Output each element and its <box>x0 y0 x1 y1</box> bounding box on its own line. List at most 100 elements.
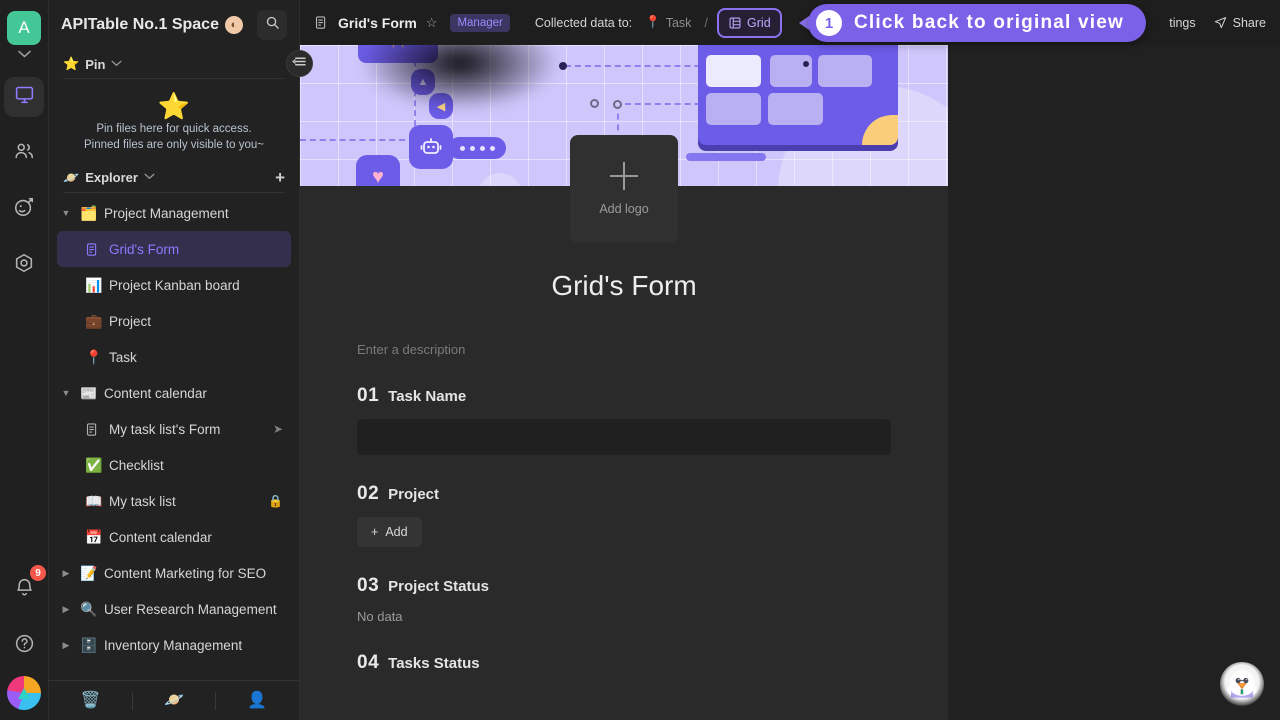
form-question: 03 Project Status No data <box>357 575 891 624</box>
pin-chevron-down-icon[interactable] <box>111 59 122 70</box>
space-avatar[interactable]: A <box>7 11 41 45</box>
question-header: 03 Project Status <box>357 575 891 597</box>
space-switch-chevron-icon[interactable] <box>17 50 31 61</box>
trash-icon[interactable]: 🗑️ <box>81 692 101 709</box>
banner-window-card <box>706 55 761 87</box>
tree-node[interactable]: ▶ 🔍 User Research Management <box>57 591 291 627</box>
automation-icon <box>13 196 35 223</box>
pin-emoji-icon: 📍 <box>645 15 661 29</box>
space-name[interactable]: APITable No.1 Space <box>61 16 219 34</box>
node-emoji-icon: 💼 <box>85 312 103 329</box>
tree-node[interactable]: Grid's Form <box>57 231 291 267</box>
template-icon[interactable]: 🪐 <box>164 692 184 709</box>
sidebar-footer: 🗑️ 🪐 👤 <box>49 680 299 720</box>
source-view-chip[interactable]: Grid <box>717 7 782 38</box>
banner-dot <box>613 100 622 109</box>
node-emoji-icon: 📰 <box>80 384 98 401</box>
form-questions: 01 Task Name 02 Project + Add 03 Project Status… <box>357 385 891 674</box>
form-title[interactable]: Grid's Form <box>357 270 891 302</box>
question-header: 02 Project <box>357 483 891 505</box>
banner-dashed-line <box>300 139 425 141</box>
collapse-sidebar-button[interactable] <box>286 50 313 77</box>
astronaut-mascot-icon <box>1227 670 1257 698</box>
question-add-label: Add <box>385 525 408 539</box>
tutorial-callout: 1 Click back to original view <box>808 4 1146 42</box>
banner-shadow-overlay <box>360 45 560 111</box>
tree-node[interactable]: ▶ 📝 Content Marketing for SEO <box>57 555 291 591</box>
tree-node[interactable]: ✅ Checklist <box>57 447 291 483</box>
tree-expand-arrow-icon[interactable]: ▶ <box>59 604 73 615</box>
tree-node[interactable]: 📍 Task <box>57 339 291 375</box>
form-icon <box>314 15 329 30</box>
invite-member-icon[interactable]: 👤 <box>247 692 267 709</box>
form-name[interactable]: Grid's Form <box>338 15 417 31</box>
tree-expand-arrow-icon[interactable]: ▶ <box>59 568 73 579</box>
form-icon <box>85 422 102 437</box>
add-logo-label: Add logo <box>599 202 649 216</box>
search-button[interactable] <box>257 10 287 40</box>
tree-node[interactable]: ▼ 📰 Content calendar <box>57 375 291 411</box>
sidebar-item-help[interactable] <box>4 626 44 666</box>
banner-window-card <box>818 55 872 87</box>
notification-badge: 9 <box>30 565 46 581</box>
tree-node[interactable]: 📊 Project Kanban board <box>57 267 291 303</box>
favorite-star-icon[interactable]: ☆ <box>426 15 438 31</box>
tree-node[interactable]: My task list's Form ➤ <box>57 411 291 447</box>
tree-node-label: Content calendar <box>104 385 207 401</box>
source-datasheet-label: Task <box>665 15 692 30</box>
callout-step-number: 1 <box>816 10 842 36</box>
question-add-button[interactable]: + Add <box>357 517 422 547</box>
tree-node-label: Content Marketing for SEO <box>104 565 267 581</box>
tree-node[interactable]: 📖 My task list 🔒 <box>57 483 291 519</box>
sidebar-item-notifications[interactable]: 9 <box>4 565 46 610</box>
sidebar-item-template[interactable] <box>4 245 44 285</box>
explorer-section-label: Explorer <box>85 170 138 185</box>
add-logo-button[interactable]: Add logo <box>570 135 678 243</box>
tree-expand-arrow-icon[interactable]: ▶ <box>59 640 73 651</box>
tree-node-label: My task list's Form <box>109 421 221 437</box>
share-button[interactable]: Share <box>1214 16 1266 30</box>
tree-node-label: Project Kanban board <box>109 277 240 293</box>
tree-node-label: Inventory Management <box>104 637 243 653</box>
node-emoji-icon: 🗄️ <box>80 636 98 653</box>
path-separator: / <box>704 15 709 30</box>
main-area: Grid's Form ☆ Manager Collected data to:… <box>300 0 1280 720</box>
question-label: Project Status <box>388 578 490 595</box>
sidebar-item-automation[interactable] <box>4 189 44 229</box>
form-scroll-area[interactable]: ◠ ▲ ◀ ♥ <box>300 45 1280 720</box>
explorer-section-header[interactable]: 🪐 Explorer + <box>49 161 299 192</box>
pin-section-header[interactable]: ⭐ Pin <box>49 48 299 78</box>
banner-robot-tile <box>409 125 453 169</box>
form-description-input[interactable]: Enter a description <box>357 342 891 357</box>
pin-empty-star-icon: ⭐ <box>157 91 191 121</box>
plus-icon: + <box>371 525 379 539</box>
banner-dot <box>803 61 809 67</box>
settings-button[interactable]: tings <box>1169 16 1195 30</box>
form-question: 02 Project + Add <box>357 483 891 547</box>
explorer-chevron-down-icon[interactable] <box>144 172 155 183</box>
tree-node[interactable]: ▶ 🗄️ Inventory Management <box>57 627 291 663</box>
question-text-input[interactable] <box>357 419 891 455</box>
tree-node[interactable]: ▼ 🗂️ Project Management <box>57 195 291 231</box>
banner-dot <box>559 62 567 70</box>
question-number: 02 <box>357 483 380 504</box>
assistant-mascot-button[interactable] <box>1220 662 1264 706</box>
tree-node[interactable]: 📅 Content calendar <box>57 519 291 555</box>
apitable-logo[interactable] <box>7 676 41 710</box>
node-emoji-icon: 📊 <box>85 276 103 293</box>
sidebar-item-workbench[interactable] <box>4 77 44 117</box>
source-datasheet-chip[interactable]: 📍 Task <box>641 13 695 32</box>
tree-node-label: Content calendar <box>109 529 212 545</box>
collected-data-label: Collected data to: <box>534 15 633 30</box>
pin-star-icon: ⭐ <box>63 56 80 71</box>
sidebar-item-members[interactable] <box>4 133 44 173</box>
collapse-sidebar-icon <box>292 55 307 73</box>
tree-expand-arrow-icon[interactable]: ▼ <box>59 388 73 398</box>
banner-dot <box>590 99 599 108</box>
search-icon <box>265 15 280 35</box>
node-emoji-icon: 📝 <box>80 564 98 581</box>
plus-icon <box>610 162 638 190</box>
tree-node[interactable]: 💼 Project <box>57 303 291 339</box>
tree-expand-arrow-icon[interactable]: ▼ <box>59 208 73 218</box>
add-node-button[interactable]: + <box>275 169 285 186</box>
